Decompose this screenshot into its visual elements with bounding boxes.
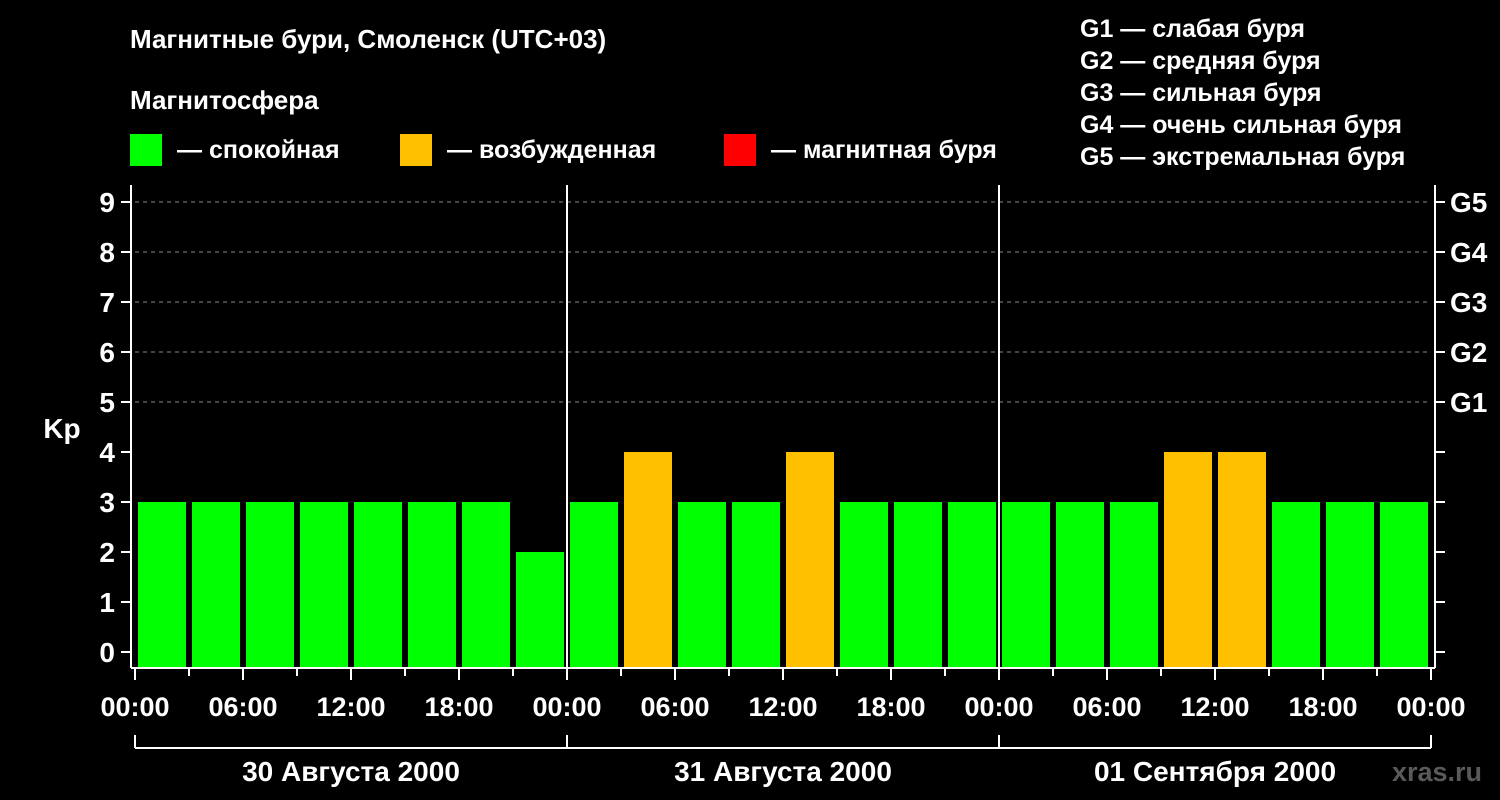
kp-bar <box>516 552 564 668</box>
kp-bar <box>678 502 726 668</box>
kp-bar <box>894 502 942 668</box>
kp-bar <box>1380 502 1428 668</box>
x-tick-label: 00:00 <box>964 692 1033 722</box>
kp-bar <box>732 502 780 668</box>
day-label: 30 Августа 2000 <box>242 756 460 787</box>
x-tick-label: 00:00 <box>100 692 169 722</box>
kp-bar <box>1056 502 1104 668</box>
kp-bar <box>354 502 402 668</box>
day-label: 01 Сентября 2000 <box>1094 756 1336 787</box>
legend-label-disturbed: — возбужденная <box>447 136 656 164</box>
kp-bar <box>570 502 618 668</box>
x-tick-label: 18:00 <box>424 692 493 722</box>
kp-bar <box>138 502 186 668</box>
legend-label-storm: — магнитная буря <box>771 136 997 164</box>
kp-bar <box>786 452 834 668</box>
g-tick-label: G5 <box>1450 187 1487 218</box>
y-tick-label: 9 <box>99 187 115 218</box>
legend-label-quiet: — спокойная <box>177 136 340 164</box>
storm-scale-g1: G1 — слабая буря <box>1080 15 1305 43</box>
kp-bar <box>1218 452 1266 668</box>
storm-scale-g3: G3 — сильная буря <box>1080 79 1322 107</box>
kp-bar <box>1110 502 1158 668</box>
plot-area: 0 1 2 3 4 5 6 7 8 9 G1 G2 G3 G4 G5 00:00 06:00 12:00 18:00… <box>99 185 1488 787</box>
kp-bar <box>1326 502 1374 668</box>
y-tick-label: 3 <box>99 487 115 518</box>
g-tick-label: G4 <box>1450 237 1488 268</box>
y-tick-label: 6 <box>99 337 115 368</box>
x-tick-label: 06:00 <box>640 692 709 722</box>
kp-chart: Магнитные бури, Смоленск (UTC+03) Магнит… <box>43 15 1488 787</box>
kp-bar <box>246 502 294 668</box>
x-tick-label: 12:00 <box>1180 692 1249 722</box>
y-tick-label: 8 <box>99 237 115 268</box>
x-tick-label: 00:00 <box>1396 692 1465 722</box>
y-tick-label: 2 <box>99 537 115 568</box>
y-tick-label: 4 <box>99 437 115 468</box>
kp-bar <box>408 502 456 668</box>
storm-scale-g5: G5 — экстремальная буря <box>1080 143 1405 171</box>
day-label: 31 Августа 2000 <box>674 756 892 787</box>
g-tick-label: G2 <box>1450 337 1487 368</box>
kp-bar <box>948 502 996 668</box>
x-tick-label: 12:00 <box>316 692 385 722</box>
g-tick-label: G3 <box>1450 287 1487 318</box>
y-axis-label: Kp <box>43 413 80 444</box>
legend-swatch-storm <box>724 134 756 166</box>
y-tick-label: 0 <box>99 637 115 668</box>
kp-bar <box>1272 502 1320 668</box>
storm-scale-legend: G1 — слабая буря G2 — средняя буря G3 — … <box>1080 15 1405 171</box>
g-tick-label: G1 <box>1450 387 1487 418</box>
kp-bar <box>624 452 672 668</box>
legend-swatch-quiet <box>130 134 162 166</box>
x-tick-label: 18:00 <box>1288 692 1357 722</box>
x-tick-label: 06:00 <box>208 692 277 722</box>
watermark: xras.ru <box>1392 757 1482 787</box>
chart-title: Магнитные бури, Смоленск (UTC+03) <box>130 24 606 54</box>
x-tick-label: 12:00 <box>748 692 817 722</box>
kp-bar <box>1002 502 1050 668</box>
y-tick-label: 1 <box>99 587 115 618</box>
y-tick-label: 5 <box>99 387 115 418</box>
y-tick-label: 7 <box>99 287 115 318</box>
x-tick-label: 18:00 <box>856 692 925 722</box>
kp-bar <box>462 502 510 668</box>
x-tick-label: 00:00 <box>532 692 601 722</box>
kp-bar <box>192 502 240 668</box>
legend: — спокойная — возбужденная — магнитная б… <box>130 134 997 166</box>
kp-bar <box>300 502 348 668</box>
storm-scale-g4: G4 — очень сильная буря <box>1080 111 1402 139</box>
chart-subtitle: Магнитосфера <box>130 85 319 115</box>
kp-bar <box>1164 452 1212 668</box>
x-tick-label: 06:00 <box>1072 692 1141 722</box>
kp-bar <box>840 502 888 668</box>
storm-scale-g2: G2 — средняя буря <box>1080 47 1321 75</box>
legend-swatch-disturbed <box>400 134 432 166</box>
